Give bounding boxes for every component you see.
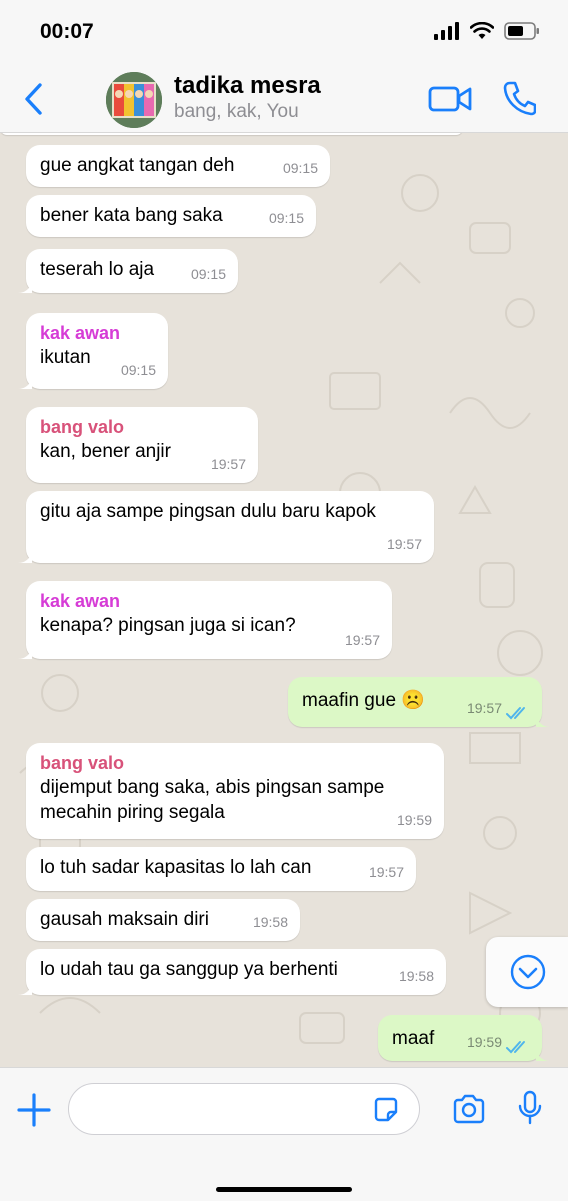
message-time: 09:15	[282, 160, 318, 176]
message-bubble[interactable]: teserah lo aja 09:15	[18, 249, 238, 293]
chat-title: tadika mesra	[174, 72, 321, 99]
chevron-down-circle-icon	[510, 954, 546, 990]
camera-button[interactable]	[452, 1094, 486, 1124]
group-photo	[106, 72, 162, 128]
message-text: gitu aja sampe pingsan dulu baru kapok	[40, 501, 376, 522]
message-time: 09:15	[268, 210, 304, 226]
message-bubble[interactable]: gue angkat tangan deh 09:15	[26, 145, 330, 187]
read-receipt-icon	[506, 1041, 525, 1054]
message-bubble[interactable]: bener kata bang saka 09:15	[26, 195, 316, 237]
message-time: 09:15	[190, 266, 226, 282]
outgoing-message-bubble[interactable]: maaf 19:59	[378, 1015, 550, 1061]
microphone-button[interactable]	[518, 1090, 542, 1126]
message-time: 09:15	[120, 362, 156, 378]
message-time: 19:59	[396, 812, 432, 828]
chat-participants: bang, kak, You	[174, 101, 299, 122]
message-sender[interactable]: kak awan	[40, 589, 378, 613]
message-time: 19:59	[466, 1034, 502, 1050]
bubble-tail	[18, 645, 32, 659]
attach-plus-button[interactable]	[16, 1092, 52, 1128]
bubble-tail	[18, 279, 32, 293]
message-sender[interactable]: bang valo	[40, 751, 430, 775]
status-icons	[434, 22, 540, 40]
message-time: 19:57	[210, 456, 246, 472]
message-time: 19:57	[466, 700, 502, 716]
sticker-button[interactable]	[372, 1096, 400, 1124]
message-text: lo tuh sadar kapasitas lo lah can	[40, 857, 312, 878]
chat-area[interactable]: gue angkat tangan deh 09:15 bener kata b…	[0, 133, 568, 1067]
message-bubble[interactable]: kak awan ikutan 09:15	[18, 313, 168, 389]
message-text: bener kata bang saka	[40, 205, 223, 226]
status-time: 00:07	[40, 20, 94, 43]
wifi-icon	[470, 22, 494, 39]
message-bubble[interactable]: kak awan kenapa? pingsan juga si ican? 1…	[18, 581, 392, 659]
video-call-button[interactable]	[428, 84, 472, 114]
message-time: 19:57	[368, 864, 404, 880]
message-time: 19:57	[386, 536, 422, 552]
message-sender[interactable]: kak awan	[40, 321, 154, 345]
bubble-tail	[536, 713, 550, 727]
message-bubble[interactable]: gausah maksain diri 19:58	[26, 899, 300, 941]
message-input[interactable]	[68, 1083, 420, 1135]
bubble-tail	[18, 981, 32, 995]
outgoing-message-bubble[interactable]: maafin gue ☹️ 19:57	[288, 677, 550, 727]
message-sender[interactable]: bang valo	[40, 415, 244, 439]
message-bubble-partial	[0, 133, 463, 135]
message-text: teserah lo aja	[40, 259, 155, 280]
message-bubble[interactable]: bang valo dijemput bang saka, abis pings…	[26, 743, 444, 839]
signal-icon	[434, 22, 459, 40]
read-receipt-icon	[506, 707, 525, 720]
chat-title-block[interactable]: tadika mesra bang, kak, You	[174, 72, 321, 124]
bubble-tail	[18, 549, 32, 563]
voice-call-button[interactable]	[502, 80, 536, 116]
message-text: lo udah tau ga sanggup ya berhenti	[40, 959, 338, 980]
message-text: maafin gue ☹️	[302, 690, 425, 711]
message-text: dijemput bang saka, abis pingsan sampe m…	[40, 777, 385, 823]
message-text: kenapa? pingsan juga si ican?	[40, 615, 296, 636]
status-bar: 00:07	[0, 0, 568, 64]
message-bubble[interactable]: lo udah tau ga sanggup ya berhenti 19:58	[18, 949, 446, 995]
bubble-tail	[18, 375, 32, 389]
chat-header: tadika mesra bang, kak, You	[0, 64, 568, 133]
bubble-tail	[536, 1047, 550, 1061]
back-button[interactable]	[22, 82, 46, 116]
message-time: 19:58	[398, 968, 434, 984]
message-bubble[interactable]: lo tuh sadar kapasitas lo lah can 19:57	[26, 847, 416, 891]
message-bubble[interactable]: gitu aja sampe pingsan dulu baru kapok 1…	[18, 491, 434, 563]
message-bubble[interactable]: bang valo kan, bener anjir 19:57	[26, 407, 258, 483]
message-text: gausah maksain diri	[40, 909, 209, 930]
home-indicator[interactable]	[216, 1187, 352, 1192]
battery-icon	[504, 22, 539, 40]
input-bar	[0, 1067, 568, 1201]
message-text: gue angkat tangan deh	[40, 155, 235, 176]
message-time: 19:57	[344, 632, 380, 648]
group-avatar[interactable]	[106, 72, 162, 128]
scroll-to-bottom-button[interactable]	[486, 937, 568, 1007]
message-time: 19:58	[252, 914, 288, 930]
message-text: maaf	[392, 1028, 435, 1049]
